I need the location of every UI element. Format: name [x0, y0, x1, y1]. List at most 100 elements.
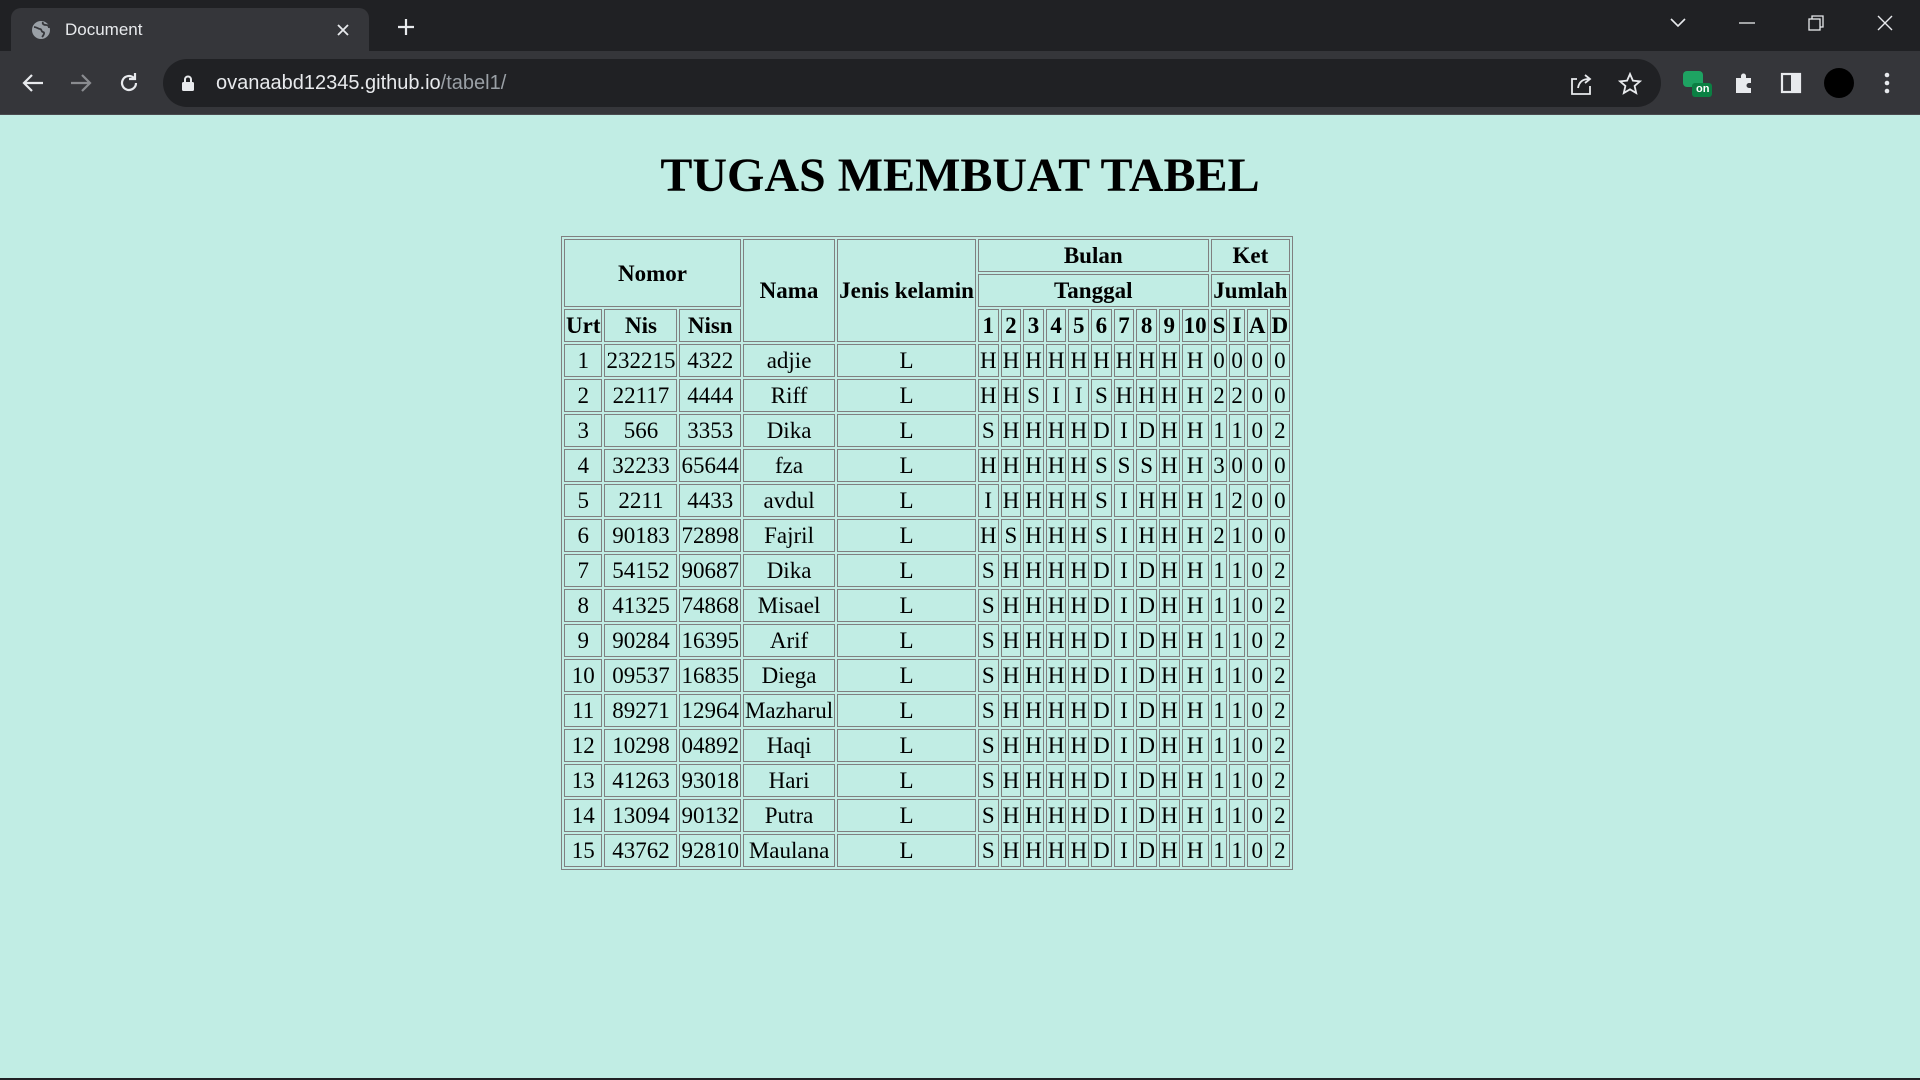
cell-day-9: H: [1158, 694, 1180, 727]
cell-day-1: S: [977, 624, 999, 657]
cell-urt: 4: [564, 449, 603, 482]
cell-day-5: H: [1068, 344, 1090, 377]
cell-day-9: H: [1158, 484, 1180, 517]
profile-avatar[interactable]: [1822, 66, 1856, 100]
cell-nis: 10298: [604, 729, 678, 762]
cell-day-6: D: [1091, 589, 1112, 622]
header-nomor: Nomor: [564, 239, 741, 307]
cell-sum-a: 0: [1246, 799, 1268, 832]
extensions-puzzle-icon[interactable]: [1727, 66, 1761, 100]
cell-nis: 43762: [604, 834, 678, 867]
cell-sum-i: 0: [1229, 449, 1245, 482]
table-row: 7 54152 90687 Dika L S H H H H D I D H H 1 1 0 2: [564, 554, 1291, 587]
cell-urt: 3: [564, 414, 603, 447]
close-window-icon[interactable]: [1868, 10, 1902, 36]
cell-day-2: H: [1000, 624, 1022, 657]
cell-day-7: I: [1113, 414, 1135, 447]
cell-sum-s: 1: [1210, 414, 1228, 447]
bookmark-star-icon[interactable]: [1617, 71, 1643, 97]
extension-on-icon[interactable]: on: [1680, 66, 1714, 100]
cell-day-8: S: [1136, 449, 1157, 482]
header-urt: Urt: [564, 309, 603, 342]
cell-day-6: D: [1091, 414, 1112, 447]
cell-day-2: H: [1000, 659, 1022, 692]
cell-nama: Fajril: [742, 519, 836, 552]
cell-day-3: H: [1023, 799, 1044, 832]
page-title: TUGAS MEMBUAT TABEL: [660, 149, 1260, 202]
cell-nama: Maulana: [742, 834, 836, 867]
cell-day-6: D: [1091, 834, 1112, 867]
cell-day-6: S: [1091, 484, 1112, 517]
url-text[interactable]: ovanaabd12345.github.io/tabel1/: [216, 72, 506, 95]
table-row: 3 566 3353 Dika L S H H H H D I D H H 1 1 0 2: [564, 414, 1291, 447]
cell-day-9: H: [1158, 449, 1180, 482]
header-tanggal: Tanggal: [977, 274, 1209, 307]
cell-day-8: D: [1136, 834, 1157, 867]
restore-icon[interactable]: [1799, 10, 1833, 36]
back-arrow-icon[interactable]: [16, 66, 50, 100]
cell-day-7: I: [1113, 834, 1135, 867]
cell-day-5: I: [1068, 379, 1090, 412]
cell-sum-d: 2: [1269, 414, 1291, 447]
cell-day-8: D: [1136, 414, 1157, 447]
tab-search-chevron-icon[interactable]: [1661, 10, 1695, 36]
cell-day-3: H: [1023, 589, 1044, 622]
address-bar[interactable]: ovanaabd12345.github.io/tabel1/: [163, 59, 1661, 107]
cell-day-1: H: [977, 379, 999, 412]
cell-jenis-kelamin: L: [837, 659, 976, 692]
cell-day-1: S: [977, 554, 999, 587]
minimize-icon[interactable]: [1730, 10, 1764, 36]
cell-day-10: H: [1181, 799, 1209, 832]
cell-jenis-kelamin: L: [837, 414, 976, 447]
cell-nama: Dika: [742, 414, 836, 447]
cell-jenis-kelamin: L: [837, 799, 976, 832]
forward-arrow-icon[interactable]: [64, 66, 98, 100]
cell-day-4: H: [1045, 659, 1067, 692]
more-menu-icon[interactable]: [1870, 66, 1904, 100]
cell-nis: 232215: [604, 344, 678, 377]
new-tab-button[interactable]: [392, 13, 420, 41]
cell-nama: Arif: [742, 624, 836, 657]
cell-day-4: H: [1045, 344, 1067, 377]
cell-nama: Putra: [742, 799, 836, 832]
cell-day-10: H: [1181, 554, 1209, 587]
cell-sum-d: 2: [1269, 694, 1291, 727]
cell-day-1: S: [977, 729, 999, 762]
cell-sum-s: 1: [1210, 764, 1228, 797]
cell-day-9: H: [1158, 554, 1180, 587]
cell-jenis-kelamin: L: [837, 729, 976, 762]
table-row: 12 10298 04892 Haqi L S H H H H D I D H H 1 1 0 2: [564, 729, 1291, 762]
table-row: 15 43762 92810 Maulana L S H H H H D I D H H 1 1 0 2: [564, 834, 1291, 867]
side-panel-icon[interactable]: [1774, 66, 1808, 100]
table-row: 10 09537 16835 Diega L S H H H H D I D H H 1 1 0 2: [564, 659, 1291, 692]
cell-day-1: S: [977, 764, 999, 797]
close-tab-icon[interactable]: [331, 18, 355, 42]
cell-sum-d: 2: [1269, 799, 1291, 832]
header-sum-d: D: [1269, 309, 1291, 342]
cell-sum-d: 0: [1269, 379, 1291, 412]
browser-tab[interactable]: Document: [11, 8, 369, 51]
cell-day-6: S: [1091, 449, 1112, 482]
lock-icon[interactable]: [181, 74, 199, 92]
cell-nis: 54152: [604, 554, 678, 587]
reload-icon[interactable]: [112, 66, 146, 100]
cell-day-2: H: [1000, 694, 1022, 727]
cell-day-8: H: [1136, 519, 1157, 552]
cell-sum-i: 2: [1229, 379, 1245, 412]
cell-day-9: H: [1158, 659, 1180, 692]
table-row: 9 90284 16395 Arif L S H H H H D I D H H 1 1 0 2: [564, 624, 1291, 657]
cell-day-6: D: [1091, 554, 1112, 587]
cell-urt: 9: [564, 624, 603, 657]
cell-day-2: H: [1000, 484, 1022, 517]
cell-day-4: H: [1045, 764, 1067, 797]
cell-jenis-kelamin: L: [837, 589, 976, 622]
cell-day-2: H: [1000, 764, 1022, 797]
cell-sum-a: 0: [1246, 484, 1268, 517]
cell-urt: 12: [564, 729, 603, 762]
cell-day-7: I: [1113, 799, 1135, 832]
cell-sum-a: 0: [1246, 694, 1268, 727]
header-day-9: 9: [1158, 309, 1180, 342]
share-icon[interactable]: [1568, 71, 1594, 97]
cell-day-10: H: [1181, 519, 1209, 552]
cell-sum-a: 0: [1246, 729, 1268, 762]
